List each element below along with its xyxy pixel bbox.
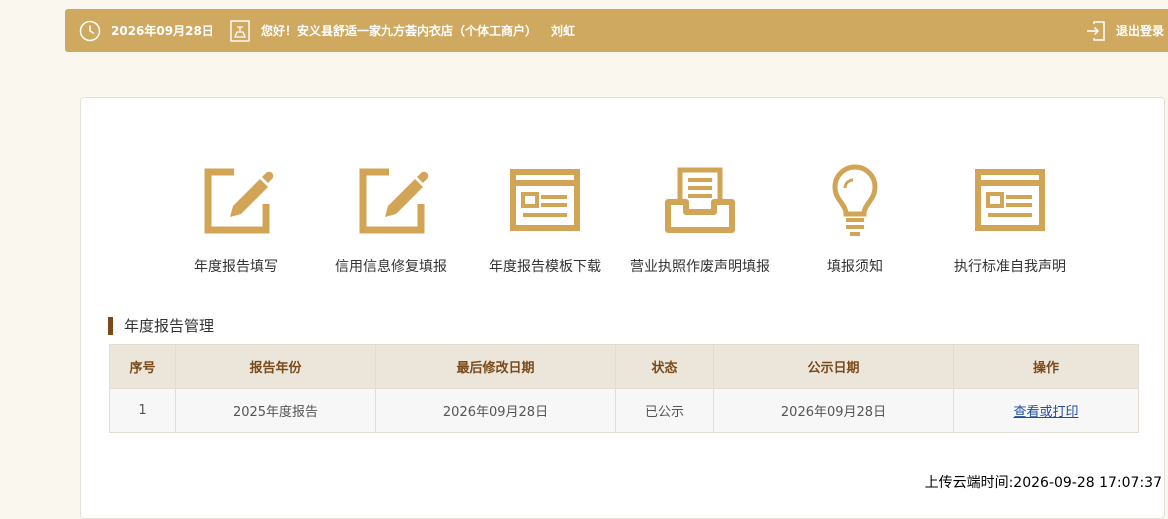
greeting-area: 您好！安义县舒适一家九方荟内衣店（个体工商户） 刘虹 (230, 9, 575, 52)
current-date: 2026年09月28日 (111, 24, 214, 38)
table-row: 1 2025年度报告 2026年09月28日 已公示 2026年09月28日 查… (109, 388, 1139, 433)
lightbulb-icon (832, 164, 878, 236)
user-name: 刘虹 (551, 24, 576, 38)
edit-icon (204, 168, 274, 234)
menu-annual-report-fill[interactable]: 年度报告填写 (150, 162, 322, 276)
column-header: 报告年份 (175, 344, 376, 389)
menu-label: 年度报告模板下载 (489, 259, 601, 275)
annual-report-table: 序号 报告年份 最后修改日期 状态 公示日期 操作 1 2025年度报告 202… (109, 344, 1139, 433)
clock-icon (79, 20, 101, 41)
menu-label: 营业执照作废声明填报 (630, 259, 770, 275)
report-year: 2025年度报告 (175, 388, 376, 433)
edit-icon (359, 168, 429, 234)
column-header: 状态 (615, 344, 714, 389)
menu-credit-repair[interactable]: 信用信息修复填报 (305, 162, 477, 276)
column-header: 序号 (109, 344, 176, 389)
menu-template-download[interactable]: 年度报告模板下载 (459, 162, 631, 276)
top-bar: 2026年09月28日 您好！安义县舒适一家九方荟内衣店（个体工商户） 刘虹 退… (65, 9, 1168, 52)
status-cell: 已公示 (615, 388, 714, 433)
table-header-row: 序号 报告年份 最后修改日期 状态 公示日期 操作 (109, 344, 1139, 389)
view-or-print-link[interactable]: 查看或打印 (1013, 405, 1078, 420)
seal-icon (230, 19, 250, 42)
row-index: 1 (109, 388, 176, 433)
menu-label: 填报须知 (827, 259, 883, 275)
inbox-tray-icon (665, 167, 735, 233)
menu-license-void-declaration[interactable]: 营业执照作废声明填报 (614, 162, 786, 276)
logout-button[interactable]: 退出登录 (1086, 9, 1164, 52)
date-area: 2026年09月28日 (79, 9, 214, 52)
menu-label: 信用信息修复填报 (335, 259, 447, 275)
action-cell: 查看或打印 (953, 388, 1139, 433)
menu-filing-instructions[interactable]: 填报须知 (769, 162, 941, 276)
publish-date: 2026年09月28日 (713, 388, 954, 433)
section-title: 年度报告管理 (108, 317, 214, 335)
column-header: 公示日期 (713, 344, 954, 389)
column-header: 操作 (953, 344, 1139, 389)
menu-standard-self-declaration[interactable]: 执行标准自我声明 (924, 162, 1096, 276)
last-modified-date: 2026年09月28日 (375, 388, 616, 433)
document-icon (510, 169, 580, 231)
menu-label: 执行标准自我声明 (954, 259, 1066, 275)
menu-label: 年度报告填写 (194, 259, 278, 275)
greeting-text: 您好！安义县舒适一家九方荟内衣店（个体工商户） (261, 24, 538, 38)
upload-time: 上传云端时间:2026-09-28 17:07:37 (924, 475, 1162, 491)
logout-icon (1087, 20, 1105, 41)
column-header: 最后修改日期 (375, 344, 616, 389)
document-icon (975, 169, 1045, 231)
logout-label: 退出登录 (1116, 24, 1165, 38)
main-panel: 年度报告填写 信用信息修复填报 年度报告模板下载 营业执照作废声明填报 填报须知… (80, 97, 1165, 519)
